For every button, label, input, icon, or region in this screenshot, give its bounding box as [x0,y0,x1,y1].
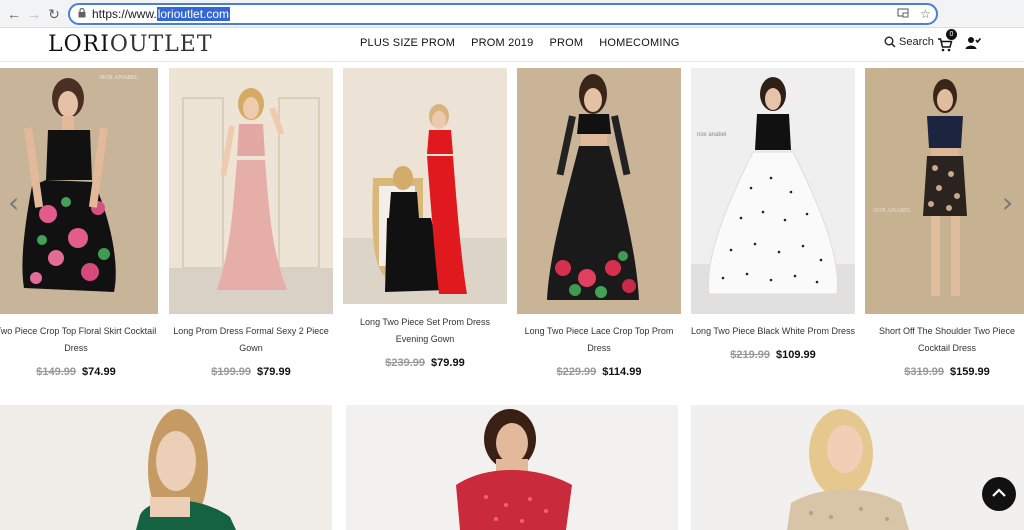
original-price: $149.99 [36,366,77,378]
sale-price: $79.99 [431,357,465,369]
product-card[interactable]: Long Prom Dress Formal Sexy 2 Piece Gown… [169,68,333,388]
carousel-next-icon[interactable]: › [1002,186,1013,219]
product-image[interactable] [517,68,681,314]
site-header: LORIOUTLET PLUS SIZE PROM PROM 2019 PROM… [0,28,1024,62]
product-price: $199.99 $79.99 [169,366,333,378]
product-price: $319.99 $159.99 [865,366,1024,378]
product-title[interactable]: Two Piece Crop Top Floral Skirt Cocktail… [0,323,158,357]
product-image[interactable]: nox anabel [691,68,855,314]
product-price: $219.99 $109.99 [691,349,855,361]
main-nav: PLUS SIZE PROM PROM 2019 PROM HOMECOMING [360,37,679,49]
sale-price: $159.99 [950,366,990,378]
forward-icon[interactable]: → [24,4,44,24]
nav-prom[interactable]: PROM [549,37,583,49]
product-image[interactable] [343,68,507,304]
browser-toolbar: ← → ↻ https://www.lorioutlet.com ☆ [0,0,1024,28]
product-title[interactable]: Long Prom Dress Formal Sexy 2 Piece Gown [169,323,333,357]
search-button[interactable]: Search [884,36,934,48]
product-title[interactable]: Long Two Piece Lace Crop Top Prom Dress [517,323,681,357]
nav-prom-2019[interactable]: PROM 2019 [471,37,533,49]
account-icon[interactable] [965,36,982,55]
original-price: $229.99 [556,366,597,378]
product-image[interactable] [0,405,332,530]
brand-watermark: NOX ANABEL [873,208,912,214]
star-bookmark-icon[interactable]: ☆ [920,7,931,21]
original-price: $319.99 [904,366,944,378]
scroll-to-top-button[interactable] [982,477,1016,511]
product-title[interactable]: Long Two Piece Black White Prom Dress [691,323,855,340]
product-image[interactable] [691,405,1024,530]
product-card[interactable]: nox anabel Long Two Piece Black White Pr… [691,68,855,388]
product-image[interactable]: NOX ANABEL [0,68,158,314]
search-icon [884,36,896,48]
nav-homecoming[interactable]: HOMECOMING [599,37,679,49]
url-text[interactable]: https://www.lorioutlet.com [92,7,231,21]
brand-watermark: NOX ANABEL [100,75,139,81]
brand-watermark: nox anabel [697,132,726,138]
original-price: $219.99 [730,349,770,361]
product-card[interactable]: NOX ANABEL Short Off The Shoulder Two Pi… [865,68,1024,388]
product-title[interactable]: Long Two Piece Set Prom Dress Evening Go… [343,314,507,348]
sale-price: $79.99 [257,366,291,378]
original-price: $239.99 [385,357,426,369]
nav-plus-size-prom[interactable]: PLUS SIZE PROM [360,37,455,49]
product-image[interactable]: NOX ANABEL [865,68,1024,314]
site-logo[interactable]: LORIOUTLET [48,32,213,57]
cart-count-badge: 0 [946,29,957,40]
chevron-up-icon [991,485,1007,503]
cart-button[interactable]: 0 [937,29,957,52]
sale-price: $74.99 [82,366,116,378]
carousel-prev-icon[interactable]: ‹ [8,186,19,219]
product-price: $229.99 $114.99 [517,366,681,378]
product-price: $239.99 $79.99 [343,357,507,369]
product-card[interactable]: Long Two Piece Lace Crop Top Prom Dress … [517,68,681,388]
product-price: $149.99 $74.99 [0,366,158,378]
cast-icon[interactable] [897,7,909,21]
sale-price: $114.99 [602,366,642,378]
search-label: Search [899,36,934,48]
product-image[interactable] [346,405,678,530]
product-card[interactable]: NOX ANABEL Two Piece Crop Top Floral Ski… [0,68,158,388]
lock-icon [78,7,86,21]
product-image[interactable] [169,68,333,314]
original-price: $199.99 [211,366,252,378]
back-icon[interactable]: ← [4,4,24,24]
address-bar[interactable]: https://www.lorioutlet.com ☆ [68,3,938,25]
product-title[interactable]: Short Off The Shoulder Two Piece Cocktai… [865,323,1024,357]
sale-price: $109.99 [776,349,816,361]
product-card[interactable]: Long Two Piece Set Prom Dress Evening Go… [343,68,507,388]
reload-icon[interactable]: ↻ [44,4,64,24]
